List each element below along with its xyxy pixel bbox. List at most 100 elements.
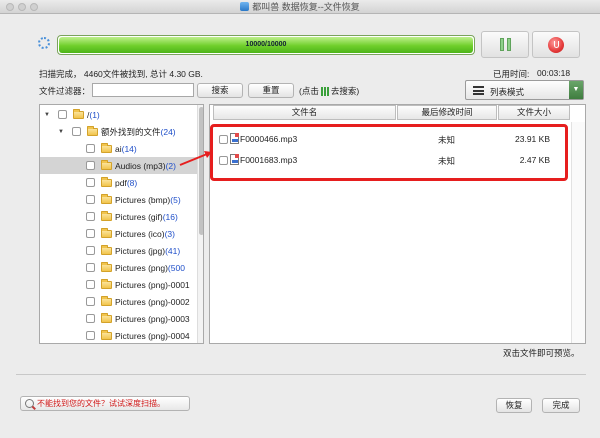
tree-item-pictures-gif[interactable]: Pictures (gif) (16)	[40, 208, 197, 225]
window-controls[interactable]	[6, 3, 38, 11]
preview-hint: 双击文件即可预览。	[503, 348, 580, 358]
folder-icon	[101, 210, 112, 221]
hint-prefix: (点击	[299, 86, 319, 96]
list-view-icon	[473, 86, 484, 95]
tree-checkbox[interactable]	[86, 263, 95, 272]
column-header-size[interactable]: 文件大小	[498, 105, 570, 120]
tree-item-label: Pictures (bmp)	[115, 194, 171, 205]
folder-icon	[101, 193, 112, 204]
elapsed-label: 已用时间:	[493, 69, 530, 79]
close-dot[interactable]	[6, 3, 14, 11]
tree-checkbox[interactable]	[86, 229, 95, 238]
tree-item-pictures-png-0004[interactable]: Pictures (png)-0004	[40, 327, 197, 343]
dropdown-arrow-icon[interactable]: ▼	[569, 81, 583, 99]
search-hint: (点击 去搜索)	[299, 85, 359, 97]
tree-item-label: Pictures (png)-0002	[115, 296, 190, 307]
tree-item-extra-files[interactable]: ▼ 额外找到的文件 (24)	[40, 123, 197, 140]
tree-item-label: Audios (mp3)	[115, 160, 166, 171]
tree-checkbox[interactable]	[86, 246, 95, 255]
tree-item-count: (500	[167, 262, 185, 273]
tree-checkbox[interactable]	[86, 314, 95, 323]
finish-button[interactable]: 完成	[542, 398, 580, 413]
divider	[16, 374, 586, 375]
tree-item-count: (3)	[164, 228, 175, 239]
folder-icon	[101, 329, 112, 340]
tree-checkbox[interactable]	[72, 127, 81, 136]
progress-fill: 10000/10000	[59, 37, 473, 53]
tree-checkbox[interactable]	[86, 212, 95, 221]
deep-scan-button[interactable]: 不能找到您的文件？试试深度扫描。	[20, 396, 190, 411]
folder-icon	[101, 176, 112, 187]
tree-item-count: (16)	[162, 211, 178, 222]
tree-checkbox[interactable]	[86, 195, 95, 204]
folder-icon	[101, 261, 112, 272]
zoom-dot[interactable]	[30, 3, 38, 11]
tree-checkbox[interactable]	[86, 161, 95, 170]
tree-item-count: (24)	[160, 126, 176, 137]
highlight-box	[210, 124, 568, 181]
window-title: 都叫兽 数据恢复--文件恢复	[252, 2, 360, 12]
reset-button[interactable]: 重置	[248, 83, 294, 98]
tree-item-root[interactable]: ▼ / (1)	[40, 106, 197, 123]
tree-item-count: (2)	[165, 160, 176, 171]
scan-status-text: 扫描完成， 4460文件被找到, 总计 4.30 GB.	[39, 69, 203, 79]
tree-checkbox[interactable]	[86, 144, 95, 153]
tree-item-pictures-png-0002[interactable]: Pictures (png)-0002	[40, 293, 197, 310]
folder-tree: ▼ / (1) ▼ 额外找到的文件 (24) ai (14) Audios (m…	[39, 104, 204, 344]
recover-button[interactable]: 恢复	[496, 398, 532, 413]
folder-icon	[87, 125, 98, 136]
stop-icon	[548, 36, 564, 53]
tree-item-count: (41)	[165, 245, 181, 256]
tree-item-label: Pictures (png)-0003	[115, 313, 190, 324]
minimize-dot[interactable]	[18, 3, 26, 11]
tree-item-count: (8)	[126, 177, 138, 188]
tree-item-pictures-jpg[interactable]: Pictures (jpg) (41)	[40, 242, 197, 259]
title-bar: 都叫兽 数据恢复--文件恢复	[0, 0, 600, 14]
tree-item-ai[interactable]: ai (14)	[40, 140, 197, 157]
tree-item-label: Pictures (png)	[115, 262, 168, 273]
expand-triangle-icon[interactable]: ▼	[56, 129, 66, 135]
column-header-modified[interactable]: 最后修改时间	[397, 105, 497, 120]
tree-item-label: pdf	[115, 177, 127, 188]
tree-scrollbar[interactable]	[197, 105, 203, 343]
filter-input[interactable]	[92, 83, 194, 97]
folder-icon	[101, 142, 112, 153]
stop-button[interactable]	[532, 31, 580, 58]
tree-scrollbar-thumb[interactable]	[199, 107, 203, 235]
tree-checkbox[interactable]	[86, 280, 95, 289]
folder-icon	[101, 312, 112, 323]
file-list-scrollbar[interactable]	[571, 122, 585, 343]
tree-item-label: Pictures (jpg)	[115, 245, 166, 256]
tree-item-pictures-png-0001[interactable]: Pictures (png)-0001	[40, 276, 197, 293]
filter-label: 文件过滤器：	[39, 86, 91, 96]
folder-icon	[73, 108, 84, 119]
tree-checkbox[interactable]	[86, 331, 95, 340]
tree-item-count: (14)	[121, 143, 137, 154]
tree-item-label: Pictures (gif)	[115, 211, 163, 222]
column-header-name[interactable]: 文件名	[213, 105, 396, 120]
folder-icon	[101, 227, 112, 238]
folder-icon	[101, 159, 112, 170]
expand-triangle-icon[interactable]: ▼	[42, 112, 52, 118]
tree-item-pictures-png[interactable]: Pictures (png) (500	[40, 259, 197, 276]
tree-item-audios-mp3[interactable]: Audios (mp3) (2)	[40, 157, 197, 174]
tree-checkbox[interactable]	[86, 297, 95, 306]
tree-item-label: 额外找到的文件	[101, 126, 161, 137]
magnifier-icon	[25, 399, 34, 408]
tree-item-pictures-bmp[interactable]: Pictures (bmp) (5)	[40, 191, 197, 208]
tree-item-label: Pictures (png)-0004	[115, 330, 190, 341]
tree-item-pictures-ico[interactable]: Pictures (ico) (3)	[40, 225, 197, 242]
folder-icon	[101, 244, 112, 255]
tree-item-pictures-png-0003[interactable]: Pictures (png)-0003	[40, 310, 197, 327]
hint-search-icon	[320, 86, 329, 96]
search-button[interactable]: 搜索	[197, 83, 243, 98]
tree-checkbox[interactable]	[86, 178, 95, 187]
elapsed-value: 00:03:18	[537, 68, 571, 78]
pause-button[interactable]	[481, 31, 529, 58]
tree-item-pdf[interactable]: pdf (8)	[40, 174, 197, 191]
tree-item-label: Pictures (png)-0001	[115, 279, 190, 290]
view-mode-select[interactable]: 列表模式 ▼	[465, 80, 584, 100]
tree-checkbox[interactable]	[58, 110, 67, 119]
app-icon	[240, 2, 250, 11]
pause-icon	[499, 38, 511, 51]
